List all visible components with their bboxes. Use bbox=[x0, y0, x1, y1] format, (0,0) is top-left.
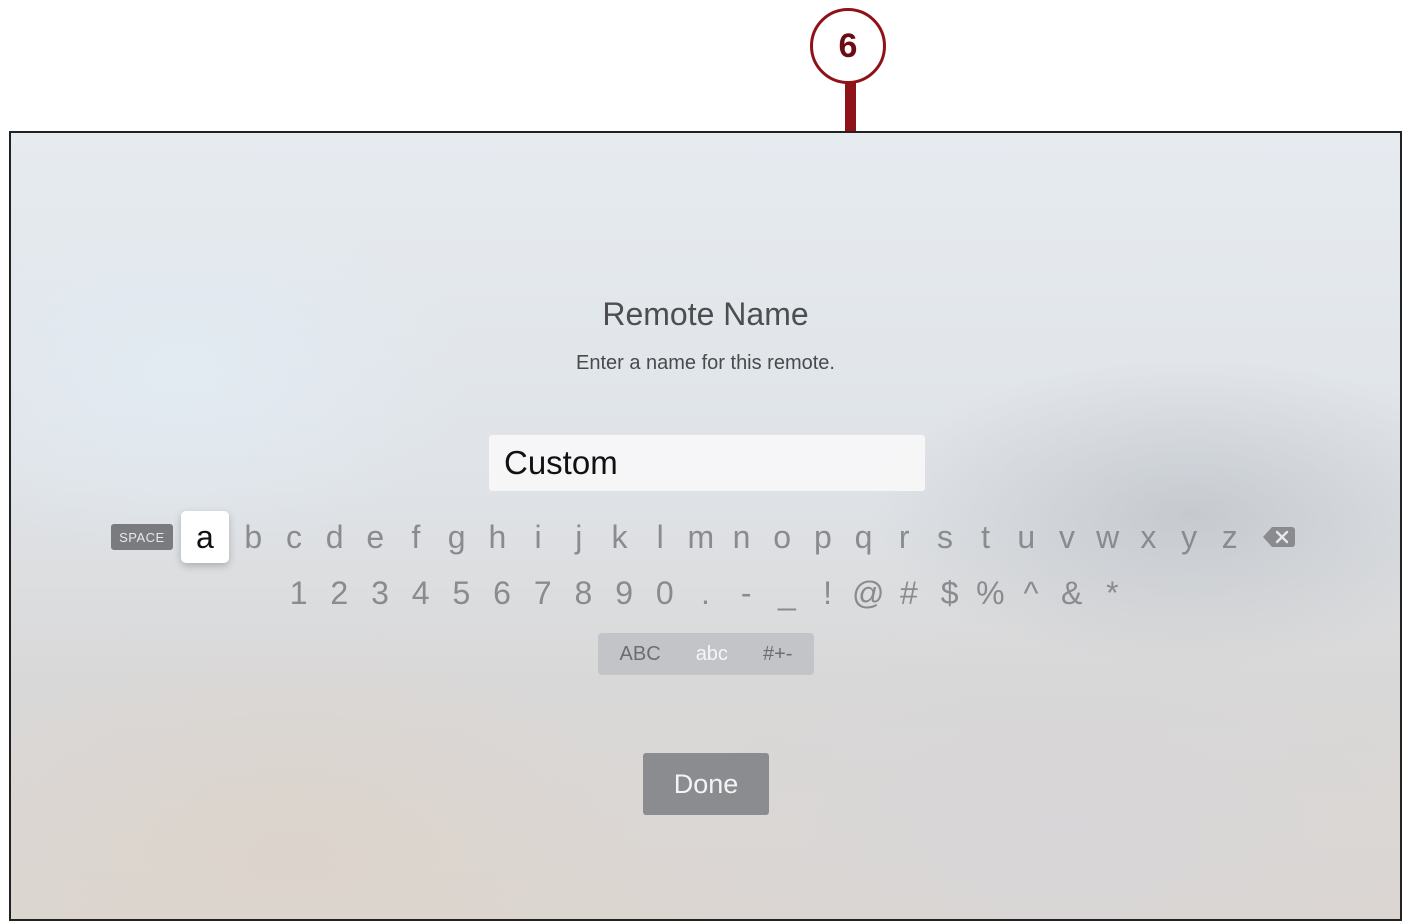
callout-number: 6 bbox=[810, 8, 886, 84]
key-4[interactable]: 4 bbox=[400, 570, 441, 616]
key-j[interactable]: j bbox=[558, 511, 599, 563]
key-u[interactable]: u bbox=[1006, 511, 1047, 563]
key-at[interactable]: @ bbox=[848, 570, 889, 616]
key-b[interactable]: b bbox=[233, 511, 274, 563]
key-t[interactable]: t bbox=[965, 511, 1006, 563]
key-q[interactable]: q bbox=[843, 511, 884, 563]
key-x[interactable]: x bbox=[1128, 511, 1169, 563]
letter-row: SPACE a b c d e f g h i j k l m n o p q … bbox=[11, 511, 1400, 563]
key-g[interactable]: g bbox=[436, 511, 477, 563]
remote-name-input[interactable]: Custom bbox=[489, 435, 925, 491]
key-3[interactable]: 3 bbox=[360, 570, 401, 616]
key-d[interactable]: d bbox=[314, 511, 355, 563]
key-2[interactable]: 2 bbox=[319, 570, 360, 616]
key-period[interactable]: . bbox=[685, 570, 726, 616]
key-l[interactable]: l bbox=[640, 511, 681, 563]
key-5[interactable]: 5 bbox=[441, 570, 482, 616]
key-k[interactable]: k bbox=[599, 511, 640, 563]
key-1[interactable]: 1 bbox=[278, 570, 319, 616]
keyboard-mode-selector: ABC abc #+- bbox=[598, 633, 814, 675]
page-subtitle: Enter a name for this remote. bbox=[575, 352, 835, 374]
page-title: Remote Name bbox=[602, 296, 809, 332]
mode-lowercase[interactable]: abc bbox=[690, 643, 734, 666]
key-percent[interactable]: % bbox=[970, 570, 1011, 616]
key-8[interactable]: 8 bbox=[563, 570, 604, 616]
key-h[interactable]: h bbox=[477, 511, 518, 563]
key-underscore[interactable]: _ bbox=[767, 570, 808, 616]
key-y[interactable]: y bbox=[1169, 511, 1210, 563]
mode-symbols[interactable]: #+- bbox=[757, 643, 798, 666]
mode-uppercase[interactable]: ABC bbox=[614, 643, 667, 666]
key-asterisk[interactable]: * bbox=[1092, 570, 1133, 616]
key-caret[interactable]: ^ bbox=[1011, 570, 1052, 616]
key-dollar[interactable]: $ bbox=[929, 570, 970, 616]
key-w[interactable]: w bbox=[1087, 511, 1128, 563]
key-7[interactable]: 7 bbox=[522, 570, 563, 616]
key-o[interactable]: o bbox=[762, 511, 803, 563]
key-m[interactable]: m bbox=[680, 511, 721, 563]
tv-screen: Remote Name Enter a name for this remote… bbox=[9, 131, 1402, 921]
key-hash[interactable]: # bbox=[889, 570, 930, 616]
delete-key[interactable] bbox=[1258, 511, 1300, 563]
key-0[interactable]: 0 bbox=[644, 570, 685, 616]
key-a[interactable]: a bbox=[180, 511, 229, 563]
symbol-row: 1 2 3 4 5 6 7 8 9 0 . - _ ! @ # $ % ^ & … bbox=[11, 570, 1400, 616]
key-e[interactable]: e bbox=[355, 511, 396, 563]
key-i[interactable]: i bbox=[518, 511, 559, 563]
key-f[interactable]: f bbox=[396, 511, 437, 563]
done-button[interactable]: Done bbox=[643, 753, 769, 815]
backspace-icon bbox=[1263, 527, 1296, 547]
key-r[interactable]: r bbox=[884, 511, 925, 563]
key-6[interactable]: 6 bbox=[482, 570, 523, 616]
key-v[interactable]: v bbox=[1047, 511, 1088, 563]
key-9[interactable]: 9 bbox=[604, 570, 645, 616]
key-c[interactable]: c bbox=[274, 511, 315, 563]
key-hyphen[interactable]: - bbox=[726, 570, 767, 616]
key-z[interactable]: z bbox=[1209, 511, 1250, 563]
key-s[interactable]: s bbox=[925, 511, 966, 563]
key-n[interactable]: n bbox=[721, 511, 762, 563]
key-p[interactable]: p bbox=[803, 511, 844, 563]
key-ampersand[interactable]: & bbox=[1051, 570, 1092, 616]
space-key[interactable]: SPACE bbox=[110, 524, 173, 550]
key-exclamation[interactable]: ! bbox=[807, 570, 848, 616]
